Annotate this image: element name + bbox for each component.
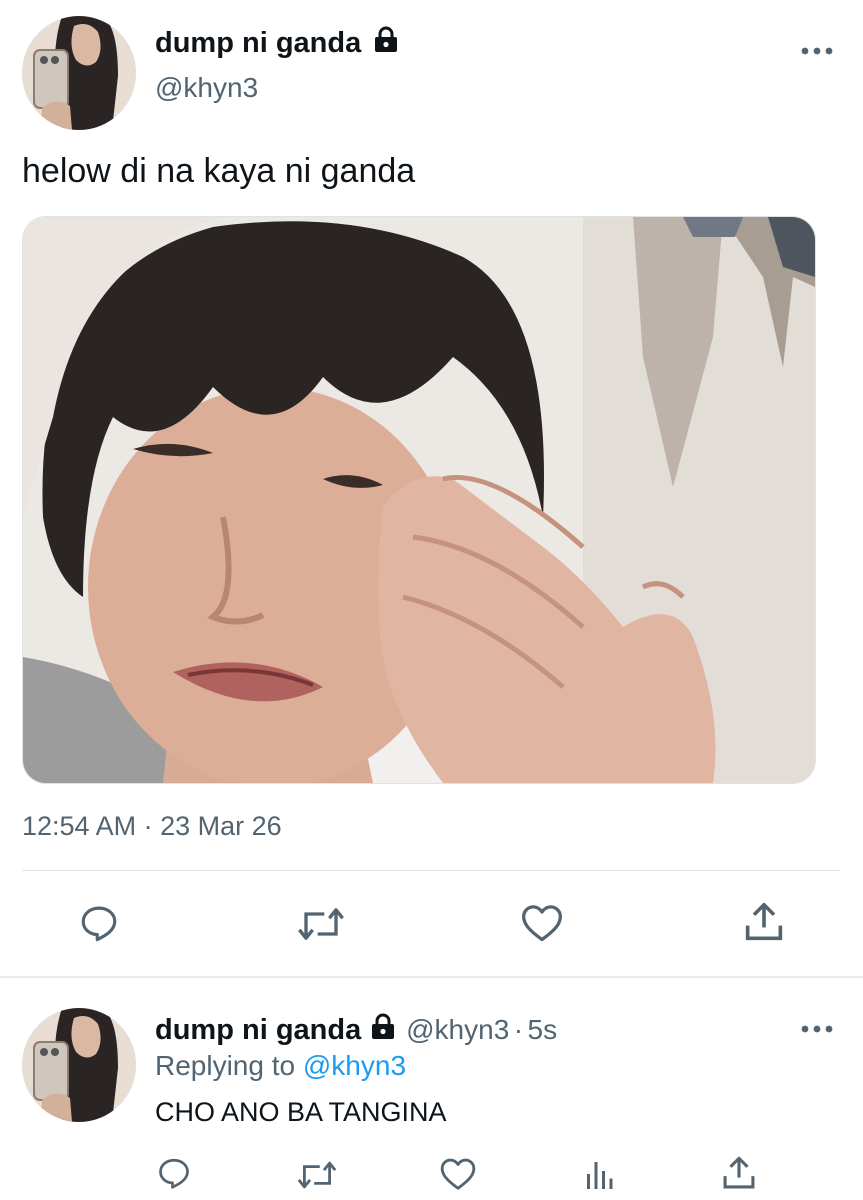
reply-author-handle[interactable]: @khyn3 [406, 1014, 509, 1045]
tweet-media-photo[interactable] [22, 216, 816, 784]
avatar-photo [22, 16, 136, 130]
replying-to-line: Replying to @khyn3 [155, 1050, 406, 1082]
retweet-icon[interactable] [296, 904, 346, 944]
reply-reply-icon[interactable] [156, 1155, 192, 1191]
reply-more-options-icon[interactable] [800, 1022, 834, 1036]
tweet-text: helow di na kaya ni ganda [22, 152, 416, 190]
reply-icon[interactable] [78, 902, 120, 944]
reply-share-icon[interactable] [722, 1154, 756, 1192]
more-options-icon[interactable] [800, 44, 834, 58]
tweet-divider [0, 976, 863, 978]
reply-time[interactable]: 5s [528, 1014, 558, 1045]
author-name-text: dump ni ganda [155, 27, 362, 59]
reply-retweet-icon[interactable] [296, 1158, 338, 1192]
reply-author-avatar[interactable] [22, 1008, 136, 1122]
timestamp-divider [22, 870, 840, 871]
author-avatar[interactable] [22, 16, 136, 130]
analytics-icon[interactable] [583, 1156, 615, 1192]
lock-icon [375, 26, 398, 52]
author-handle[interactable]: @khyn3 [155, 72, 258, 104]
reply-like-icon[interactable] [439, 1156, 477, 1192]
reply-text: CHO ANO BA TANGINA [155, 1097, 447, 1127]
author-display-name[interactable]: dump ni ganda [155, 26, 399, 60]
replying-to-label: Replying to [155, 1050, 296, 1081]
lock-icon [371, 1013, 394, 1039]
crying-person-photo [23, 217, 815, 783]
share-icon[interactable] [744, 900, 784, 944]
tweet-timestamp[interactable]: 12:54 AM · 23 Mar 26 [22, 811, 282, 842]
reply-separator: · [513, 1014, 524, 1045]
reply-author-name[interactable]: dump ni ganda [155, 1014, 361, 1046]
reply-header: dump ni ganda @khyn3 · 5s [155, 1013, 557, 1047]
replying-to-handle-link[interactable]: @khyn3 [303, 1050, 406, 1081]
avatar-photo [22, 1008, 136, 1122]
like-icon[interactable] [520, 902, 564, 944]
